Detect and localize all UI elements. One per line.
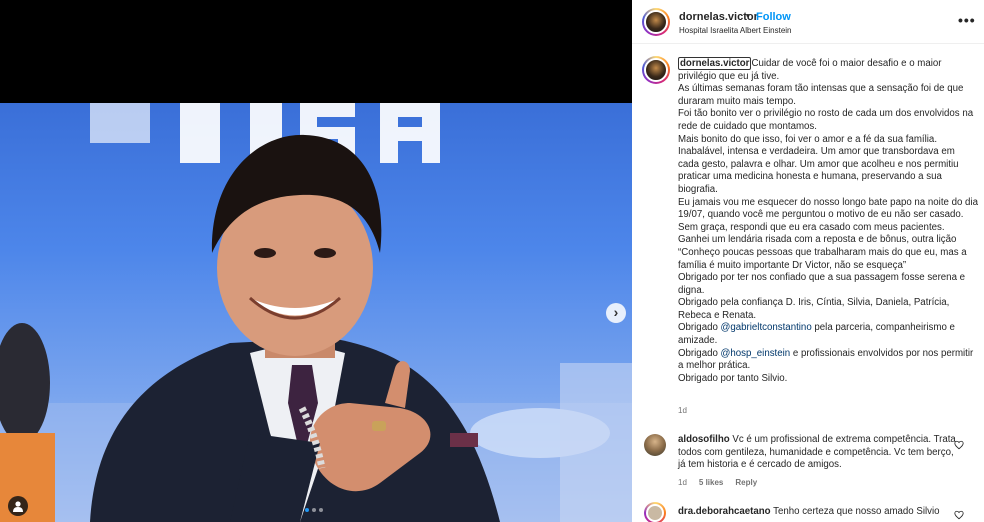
user-tag-icon xyxy=(13,501,23,512)
heart-icon[interactable] xyxy=(954,440,964,450)
heart-icon[interactable] xyxy=(954,510,964,520)
post-header: dornelas.victor • Follow Hospital Israel… xyxy=(632,0,984,44)
caption-username[interactable]: dornelas.victor xyxy=(678,57,752,70)
media-letterbox xyxy=(0,0,632,103)
comment-text: dra.deborahcaetano Tenho certeza que nos… xyxy=(678,506,958,519)
caption-line: Obrigado por ter nos confiado que a sua … xyxy=(678,272,966,296)
comment-likes[interactable]: 5 likes xyxy=(699,478,723,487)
caption-closing: Obrigado por tanto Silvio. xyxy=(678,372,788,384)
post-caption: dornelas.victor Cuidar de você foi o maio… xyxy=(678,57,978,385)
post-side-panel: dornelas.victor • Follow Hospital Israel… xyxy=(632,0,984,522)
post-photo xyxy=(0,103,632,522)
header-separator: • xyxy=(746,10,750,22)
photo-illustration xyxy=(0,103,632,522)
chevron-right-icon: › xyxy=(613,304,619,320)
caption-line: Ganhei um lendária risada com a reposta … xyxy=(678,234,967,271)
avatar[interactable] xyxy=(642,8,670,36)
comment-text: aldosofilho Vc é um profissional de extr… xyxy=(678,434,958,472)
caption-line: Mais bonito do que isso, foi ver o amor … xyxy=(678,133,959,195)
comment-avatar[interactable] xyxy=(644,434,666,456)
carousel-dot xyxy=(319,508,323,512)
carousel-dot xyxy=(305,508,309,512)
location-link[interactable]: Hospital Israelita Albert Einstein xyxy=(679,26,792,35)
tagged-users-button[interactable] xyxy=(8,496,28,516)
carousel-indicator xyxy=(305,508,323,512)
comment-username[interactable]: aldosofilho xyxy=(678,434,730,445)
caption-avatar[interactable] xyxy=(642,56,670,84)
comment-avatar[interactable] xyxy=(644,502,666,522)
carousel-dot xyxy=(312,508,316,512)
comment-timestamp: 1d xyxy=(678,478,687,487)
more-options-icon[interactable]: ••• xyxy=(958,12,976,28)
caption-line: Obrigado pela confiança D. Iris, Cíntia,… xyxy=(678,297,950,321)
carousel-next-button[interactable]: › xyxy=(606,303,626,323)
caption-line: As últimas semanas foram tão intensas qu… xyxy=(678,83,964,107)
caption-text: Obrigado xyxy=(678,322,721,334)
mention-link[interactable]: @hosp_einstein xyxy=(721,348,791,359)
caption-timestamp: 1d xyxy=(678,406,687,415)
reply-button[interactable]: Reply xyxy=(735,478,757,487)
comment-meta: 1d 5 likes Reply xyxy=(678,478,757,487)
caption-line: Eu jamais vou me esquecer do nosso longo… xyxy=(678,196,978,233)
caption-line: Foi tão bonito ver o privilégio no rosto… xyxy=(678,108,974,132)
comment-body: Tenho certeza que nosso amado Silvio xyxy=(770,506,940,517)
media-panel: › xyxy=(0,0,632,522)
mention-link[interactable]: @gabrieltconstantino xyxy=(721,322,812,333)
follow-button[interactable]: Follow xyxy=(756,11,791,23)
instagram-post-view: › dornelas.victor • Follow Hospital Isra… xyxy=(0,0,984,522)
caption-text: Obrigado xyxy=(678,347,721,359)
comment-username[interactable]: dra.deborahcaetano xyxy=(678,506,771,517)
